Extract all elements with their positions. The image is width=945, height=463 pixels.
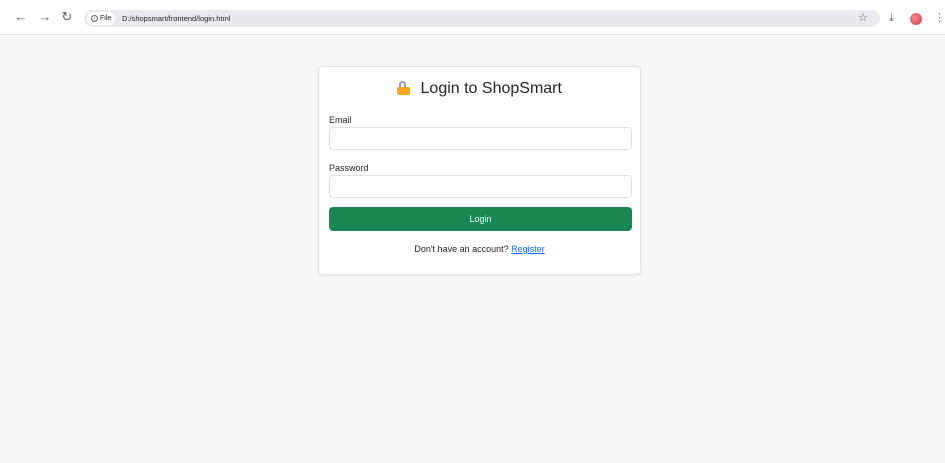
password-label: Password [329, 163, 369, 173]
register-prompt-text: Don't have an account? [414, 244, 509, 254]
login-button[interactable]: Login [329, 207, 632, 231]
download-icon[interactable]: ⤓ [889, 11, 894, 25]
url-text[interactable]: D:/shopsmart/frontend/login.html [122, 12, 230, 25]
address-bar[interactable]: i File D:/shopsmart/frontend/login.html [84, 10, 880, 27]
site-info-chip[interactable]: i File [87, 12, 116, 25]
login-card: Login to ShopSmart Email Password Login … [318, 66, 641, 275]
page-title: Login to ShopSmart [319, 79, 640, 99]
star-icon[interactable]: ☆ [858, 11, 868, 25]
forward-arrow-icon[interactable]: → [38, 10, 52, 24]
reload-icon[interactable]: ↻ [60, 10, 74, 24]
back-arrow-icon[interactable]: ← [14, 10, 28, 24]
info-icon: i [91, 15, 98, 22]
browser-toolbar: ← → ↻ i File D:/shopsmart/frontend/login… [0, 0, 945, 35]
register-prompt: Don't have an account? Register [319, 244, 640, 255]
kebab-menu-icon[interactable]: ⋮ [934, 11, 945, 25]
email-label: Email [329, 115, 352, 125]
register-link[interactable]: Register [511, 244, 545, 254]
password-field[interactable] [329, 175, 632, 198]
email-field[interactable] [329, 127, 632, 150]
avatar[interactable] [910, 13, 922, 25]
site-chip-label: File [100, 15, 112, 22]
page-title-text: Login to ShopSmart [420, 80, 562, 97]
lock-icon [397, 81, 411, 95]
